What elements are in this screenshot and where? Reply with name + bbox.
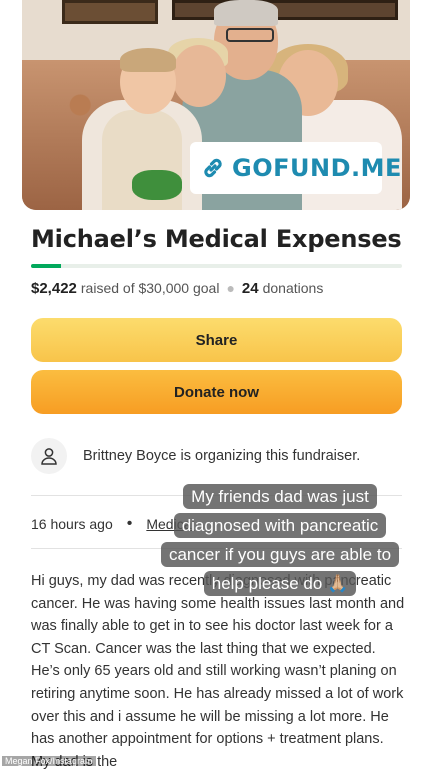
link-icon: [200, 155, 226, 181]
goal-text: raised of $30,000 goal: [80, 280, 220, 296]
fundraiser-title: Michael’s Medical Expenses: [31, 225, 402, 253]
stats-separator-dot: ●: [226, 280, 235, 296]
donations-count: 24: [241, 280, 259, 297]
gofundme-link-badge[interactable]: GOFUND.ME: [190, 142, 401, 194]
share-button[interactable]: Share: [31, 318, 402, 362]
progress-bar: [31, 264, 402, 268]
organizer-row: Brittney Boyce is organizing this fundra…: [31, 436, 402, 476]
caption-line: cancer if you guys are able to: [160, 542, 400, 567]
caption-line: diagnosed with pancreatic: [173, 513, 387, 538]
created-time: 16 hours ago: [31, 516, 113, 532]
user-avatar-icon: [31, 438, 67, 474]
caption-line: My friends dad was just: [183, 484, 377, 509]
progress-fill: [31, 264, 62, 268]
fundraiser-story: Hi guys, my dad was recently diagnosed w…: [31, 573, 405, 770]
caption-line: help please do 🙏🏼: [203, 571, 357, 596]
badge-label: GOFUND.ME: [232, 154, 402, 182]
fundraiser-stats: $2,422 raised of $30,000 goal ● 24 donat…: [31, 280, 323, 297]
organizer-text: Brittney Boyce is organizing this fundra…: [83, 448, 361, 464]
frame-left: [0, 0, 22, 768]
photo-credit-watermark: Megan Fox/Instagram: [2, 756, 96, 766]
meta-separator: •: [126, 515, 133, 532]
donations-label: donations: [262, 280, 324, 296]
donate-now-button[interactable]: Donate now: [31, 370, 402, 414]
frame-right: [410, 0, 432, 768]
story-overlay-caption: My friends dad was just diagnosed with p…: [155, 482, 405, 598]
amount-raised: $2,422: [31, 280, 77, 297]
